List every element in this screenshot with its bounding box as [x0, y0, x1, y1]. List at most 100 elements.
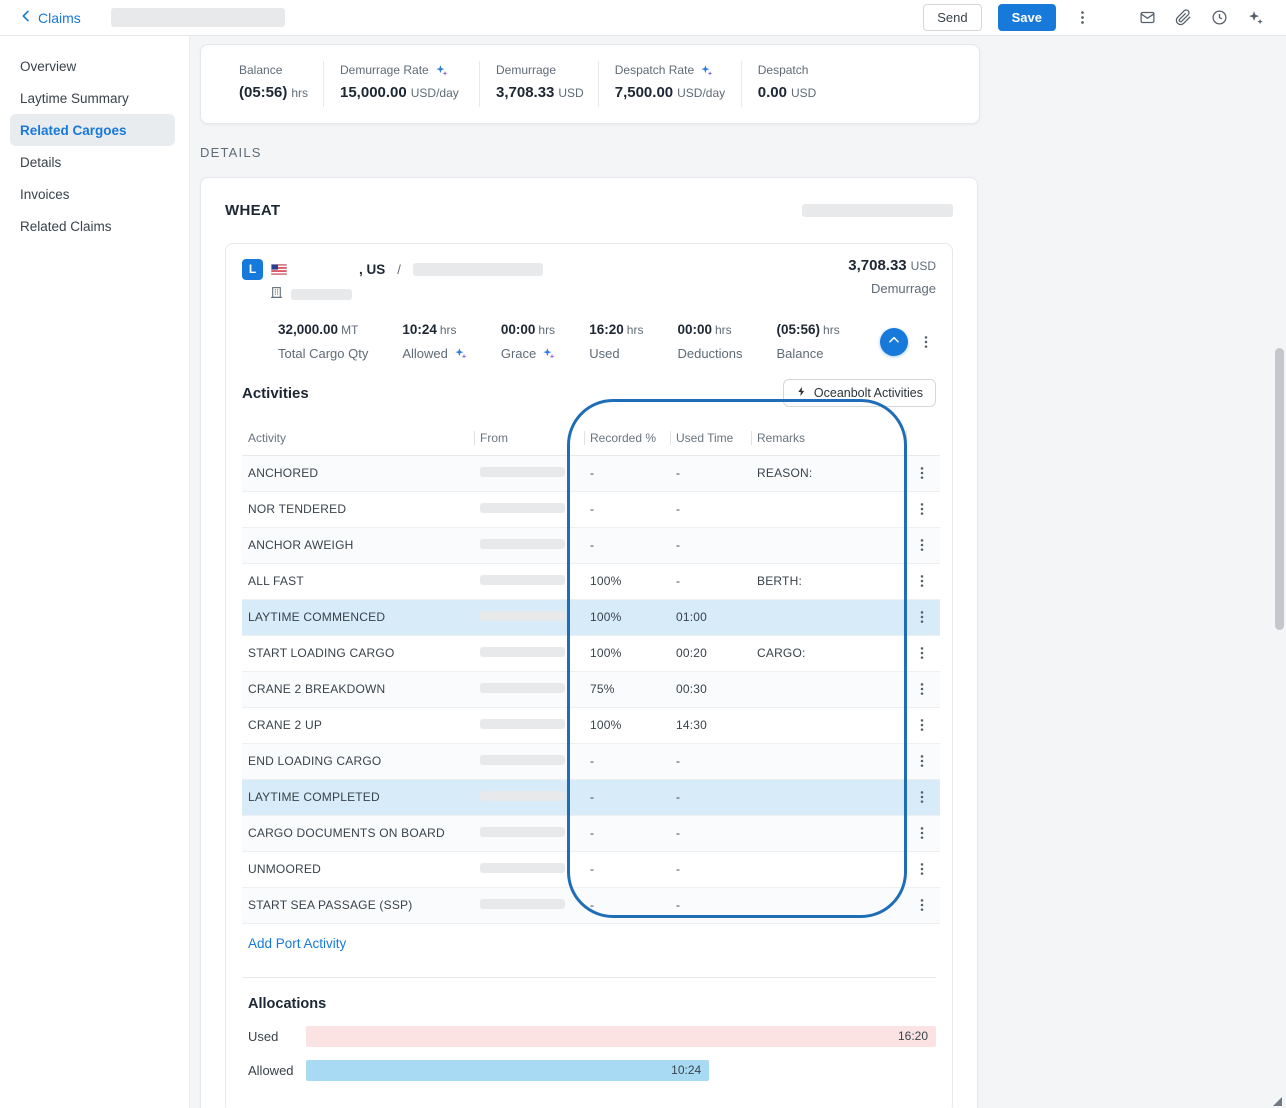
sparkles-icon [1247, 9, 1264, 26]
sidebar-item-related-cargoes[interactable]: Related Cargoes [10, 114, 175, 146]
redacted-company [291, 289, 352, 300]
port-stat-value: 00:00 [677, 322, 712, 337]
stat-unit: USD [558, 86, 583, 100]
port-stat-value: (05:56) [777, 322, 821, 337]
claims-breadcrumb-label[interactable]: Claims [38, 10, 81, 26]
activity-cell: LAYTIME COMPLETED [242, 779, 474, 815]
email-button[interactable] [1137, 7, 1158, 28]
port-stat-allowed: 10:24hrs Allowed [402, 322, 467, 361]
ai-sparkle-icon[interactable] [435, 64, 448, 77]
port-stat-label: Total Cargo Qty [278, 346, 368, 361]
remarks-cell [751, 779, 906, 815]
port-stat-label: Deductions [677, 346, 742, 361]
table-row-nor-tendered[interactable]: NOR TENDERED - - [242, 491, 940, 527]
row-menu-button[interactable] [912, 571, 932, 591]
stat-unit: USD/day [677, 86, 725, 100]
allocations-title: Allocations [248, 996, 936, 1012]
row-menu-button[interactable] [912, 499, 932, 519]
row-menu-button[interactable] [912, 463, 932, 483]
row-menu-button[interactable] [912, 679, 932, 699]
sidebar-item-invoices[interactable]: Invoices [0, 178, 175, 210]
stat-value: 3,708.33 [496, 84, 554, 101]
scrollbar-thumb[interactable] [1275, 348, 1284, 630]
kebab-icon [914, 609, 930, 625]
recorded-cell: 100% [584, 599, 670, 635]
kebab-icon [918, 334, 934, 350]
port-call-header: L , US / 3,708.33USD Demurrage [226, 244, 952, 377]
stat-value: 15,000.00 [340, 84, 407, 101]
recorded-cell: - [584, 779, 670, 815]
table-row-start-loading-cargo[interactable]: START LOADING CARGO 100% 00:20 CARGO: [242, 635, 940, 671]
table-row-crane-2-breakdown[interactable]: CRANE 2 BREAKDOWN 75% 00:30 [242, 671, 940, 707]
save-button[interactable]: Save [998, 4, 1056, 31]
row-menu-button[interactable] [912, 715, 932, 735]
kebab-icon [914, 753, 930, 769]
stat-label: Demurrage [496, 63, 556, 77]
column-header-activity: Activity [242, 421, 474, 455]
used-time-cell: - [670, 455, 751, 491]
table-row-start-sea-passage[interactable]: START SEA PASSAGE (SSP) - - [242, 887, 940, 923]
attachment-button[interactable] [1173, 7, 1194, 28]
ai-sparkle-icon[interactable] [454, 347, 467, 360]
oceanbolt-activities-button[interactable]: Oceanbolt Activities [783, 379, 936, 407]
allowed-bar-row: Allowed 10:24 [242, 1060, 936, 1081]
sidebar-item-overview[interactable]: Overview [0, 50, 175, 82]
table-row-unmoored[interactable]: UNMOORED - - [242, 851, 940, 887]
remarks-cell [751, 599, 906, 635]
clock-icon [1211, 9, 1228, 26]
activities-table: Activity From Recorded % Used Time Remar… [242, 421, 940, 924]
used-bar: 16:20 [306, 1026, 936, 1047]
table-row-anchored[interactable]: ANCHORED - - REASON: [242, 455, 940, 491]
remarks-cell [751, 851, 906, 887]
kebab-icon [914, 897, 930, 913]
row-menu-button[interactable] [912, 643, 932, 663]
ai-sparkle-icon[interactable] [700, 64, 713, 77]
row-menu-button[interactable] [912, 751, 932, 771]
port-country: , US [359, 262, 385, 277]
topbar-menu-button[interactable] [1072, 7, 1093, 28]
port-menu-button[interactable] [916, 332, 936, 352]
redacted-from-value [480, 791, 565, 801]
add-port-activity-link[interactable]: Add Port Activity [248, 936, 346, 951]
remarks-cell [751, 887, 906, 923]
used-bar-label: Used [242, 1029, 306, 1044]
activity-cell: END LOADING CARGO [242, 743, 474, 779]
used-time-cell: - [670, 887, 751, 923]
port-stat-unit: hrs [440, 323, 457, 337]
row-menu-button[interactable] [912, 823, 932, 843]
row-menu-button[interactable] [912, 787, 932, 807]
table-row-cargo-documents-on-board[interactable]: CARGO DOCUMENTS ON BOARD - - [242, 815, 940, 851]
back-button[interactable]: Claims [18, 8, 81, 27]
row-menu-button[interactable] [912, 895, 932, 915]
activity-cell: UNMOORED [242, 851, 474, 887]
used-bar-value: 16:20 [898, 1029, 928, 1043]
history-button[interactable] [1209, 7, 1230, 28]
row-menu-button[interactable] [912, 607, 932, 627]
table-row-crane-2-up[interactable]: CRANE 2 UP 100% 14:30 [242, 707, 940, 743]
remarks-cell [751, 671, 906, 707]
amount-value: 3,708.33 [848, 257, 906, 274]
kebab-icon [914, 861, 930, 877]
from-cell [474, 563, 584, 599]
table-row-all-fast[interactable]: ALL FAST 100% - BERTH: [242, 563, 940, 599]
redacted-from-value [480, 755, 565, 765]
corner-resize-icon [1273, 1088, 1282, 1106]
table-row-anchor-aweigh[interactable]: ANCHOR AWEIGH - - [242, 527, 940, 563]
table-row-end-loading-cargo[interactable]: END LOADING CARGO - - [242, 743, 940, 779]
sidebar-item-related-claims[interactable]: Related Claims [0, 210, 175, 242]
stat-label: Demurrage Rate [340, 63, 429, 77]
ai-sparkle-icon[interactable] [542, 347, 555, 360]
ai-assistant-button[interactable] [1245, 7, 1266, 28]
from-cell [474, 887, 584, 923]
row-menu-button[interactable] [912, 859, 932, 879]
collapse-button[interactable] [880, 328, 908, 356]
kebab-icon [914, 789, 930, 805]
table-row-laytime-commenced[interactable]: LAYTIME COMMENCED 100% 01:00 [242, 599, 940, 635]
sidebar-item-laytime-summary[interactable]: Laytime Summary [0, 82, 175, 114]
row-menu-button[interactable] [912, 535, 932, 555]
port-stat-label: Used [589, 346, 619, 361]
sidebar-item-details[interactable]: Details [0, 146, 175, 178]
redacted-port-name [295, 263, 351, 275]
send-button[interactable]: Send [923, 4, 981, 31]
table-row-laytime-completed[interactable]: LAYTIME COMPLETED - - [242, 779, 940, 815]
